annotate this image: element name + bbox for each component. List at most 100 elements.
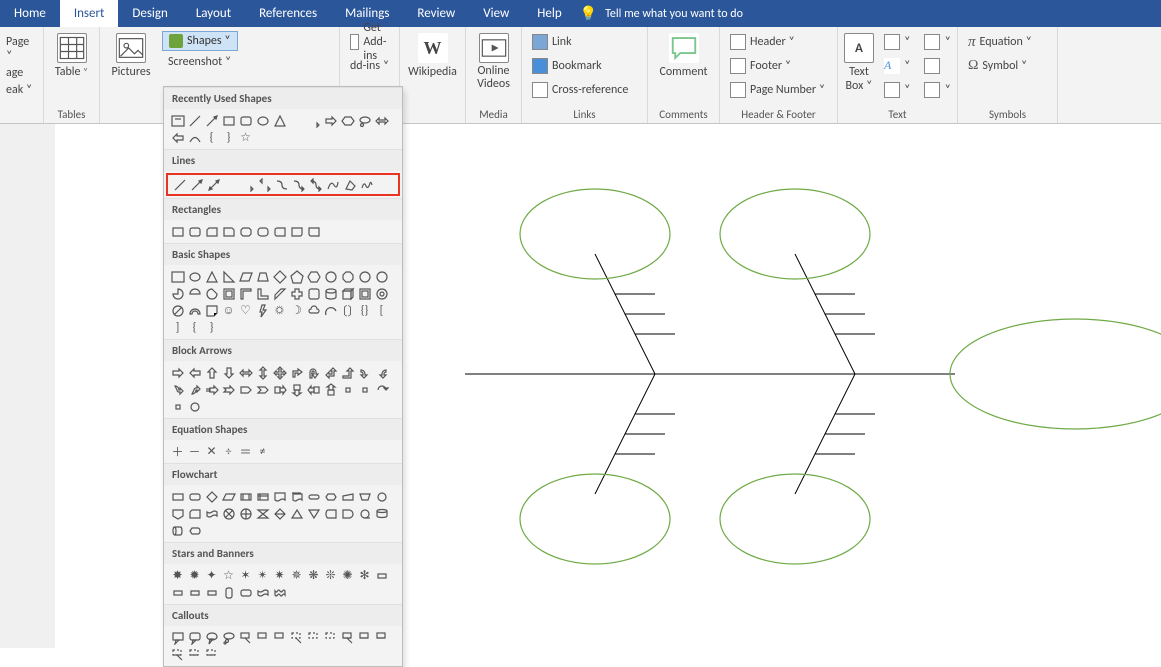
shape-elbow[interactable] — [289, 113, 304, 128]
fc-junction[interactable] — [221, 506, 236, 521]
star-5pt[interactable]: ☆ — [221, 568, 236, 583]
line-arrow[interactable] — [189, 177, 204, 192]
basic-no-symbol[interactable] — [170, 303, 185, 318]
ribbon-curved-down[interactable] — [204, 585, 219, 600]
callout-rect[interactable] — [170, 630, 185, 645]
basic-pie[interactable] — [170, 286, 185, 301]
screenshot-button[interactable]: Screenshot ˅ — [162, 53, 238, 71]
arrow-callout-left[interactable] — [306, 382, 321, 397]
scroll-horizontal[interactable] — [238, 585, 253, 600]
basic-right-brace[interactable]: } — [204, 320, 219, 335]
basic-diamond[interactable] — [272, 269, 287, 284]
eq-plus[interactable]: ＋ — [170, 444, 185, 459]
arrow-curved-down[interactable] — [170, 382, 185, 397]
my-addins-button[interactable]: dd-ins ˅ — [346, 55, 397, 77]
fc-process[interactable] — [170, 489, 185, 504]
basic-bevel[interactable] — [357, 286, 372, 301]
ribbon-down[interactable] — [170, 585, 185, 600]
basic-plus[interactable] — [289, 286, 304, 301]
shape-left-brace[interactable]: { — [204, 130, 219, 145]
basic-lightning[interactable] — [255, 303, 270, 318]
rect-8[interactable] — [289, 224, 304, 239]
curve-tool[interactable] — [325, 177, 340, 192]
basic-triangle[interactable] — [204, 269, 219, 284]
basic-cube[interactable] — [340, 286, 355, 301]
tab-layout[interactable]: Layout — [182, 0, 245, 27]
star-4pt[interactable]: ✦ — [204, 568, 219, 583]
basic-octagon[interactable] — [340, 269, 355, 284]
tab-home[interactable]: Home — [0, 0, 60, 27]
curved-connector[interactable] — [274, 177, 289, 192]
shape-rounded-rect[interactable] — [238, 113, 253, 128]
fc-seq-access[interactable] — [357, 506, 372, 521]
basic-donut[interactable] — [374, 286, 389, 301]
arrow-callout-leftright[interactable] — [340, 382, 355, 397]
rect-9[interactable] — [306, 224, 321, 239]
basic-smiley[interactable]: ☺ — [221, 303, 236, 318]
eq-minus[interactable]: － — [187, 444, 202, 459]
wikipedia-button[interactable]: W Wikipedia — [408, 31, 458, 79]
arrow-left[interactable] — [187, 365, 202, 380]
arrow-curved-left[interactable] — [374, 365, 389, 380]
arrow-uturn[interactable] — [306, 365, 321, 380]
curved-arrow-connector[interactable] — [291, 177, 306, 192]
shape-hexagon[interactable] — [340, 113, 355, 128]
arrow-notched[interactable] — [221, 382, 236, 397]
rect-6[interactable] — [255, 224, 270, 239]
basic-teardrop[interactable] — [204, 286, 219, 301]
callout-line1[interactable] — [238, 630, 253, 645]
rect-1[interactable] — [170, 224, 185, 239]
shape-line[interactable] — [187, 113, 202, 128]
arrow-right[interactable] — [170, 365, 185, 380]
fc-merge[interactable] — [306, 506, 321, 521]
double-wave[interactable] — [272, 585, 287, 600]
fc-alt-process[interactable] — [187, 489, 202, 504]
basic-right-triangle[interactable] — [221, 269, 236, 284]
arrow-chevron[interactable] — [255, 382, 270, 397]
basic-left-brace[interactable]: { — [187, 320, 202, 335]
dropcap-button[interactable]: ˅ — [880, 79, 914, 101]
fc-offpage[interactable] — [170, 506, 185, 521]
fc-document[interactable] — [272, 489, 287, 504]
arrow-striped[interactable] — [204, 382, 219, 397]
ribbon-curved-up[interactable] — [187, 585, 202, 600]
callout-oval[interactable] — [204, 630, 219, 645]
star-24pt[interactable]: ✺ — [340, 568, 355, 583]
get-addins-button[interactable]: Get Add-ins — [346, 31, 397, 53]
wave[interactable] — [255, 585, 270, 600]
fc-manual-op[interactable] — [357, 489, 372, 504]
star-6pt[interactable]: ✶ — [238, 568, 253, 583]
quick-parts-button[interactable]: ˅ — [880, 31, 914, 53]
fc-or[interactable] — [238, 506, 253, 521]
callout-line6[interactable] — [323, 630, 338, 645]
symbol-button[interactable]: ΩSymbol ˅ — [964, 55, 1036, 77]
shape-right-arrow[interactable] — [323, 113, 338, 128]
star-32pt[interactable]: ✻ — [357, 568, 372, 583]
arrow-bent-up[interactable] — [340, 365, 355, 380]
callout-line4[interactable] — [289, 630, 304, 645]
fc-stored[interactable] — [323, 506, 338, 521]
basic-plaque[interactable] — [306, 286, 321, 301]
basic-double-bracket[interactable]: 〔〕 — [340, 303, 355, 318]
basic-parallelogram[interactable] — [238, 269, 253, 284]
basic-frame[interactable] — [221, 286, 236, 301]
eq-divide[interactable]: ÷ — [221, 444, 236, 459]
arrow-curved-up[interactable] — [187, 382, 202, 397]
callout-accent1[interactable] — [170, 647, 185, 662]
arrow-callout-up[interactable] — [323, 382, 338, 397]
star-8pt[interactable]: ✷ — [272, 568, 287, 583]
tab-review[interactable]: Review — [403, 0, 469, 27]
basic-decagon[interactable] — [357, 269, 372, 284]
callout-accent2[interactable] — [187, 647, 202, 662]
basic-half-frame[interactable] — [238, 286, 253, 301]
fc-prep[interactable] — [323, 489, 338, 504]
basic-cloud[interactable] — [306, 303, 321, 318]
tell-me-input[interactable]: Tell me what you want to do — [605, 7, 743, 21]
arrow-callout-down[interactable] — [289, 382, 304, 397]
basic-heptagon[interactable] — [323, 269, 338, 284]
fc-direct[interactable] — [170, 523, 185, 538]
basic-block-arc[interactable] — [187, 303, 202, 318]
tab-references[interactable]: References — [245, 0, 331, 27]
arrow-updown[interactable] — [255, 365, 270, 380]
callout-border1[interactable] — [340, 630, 355, 645]
